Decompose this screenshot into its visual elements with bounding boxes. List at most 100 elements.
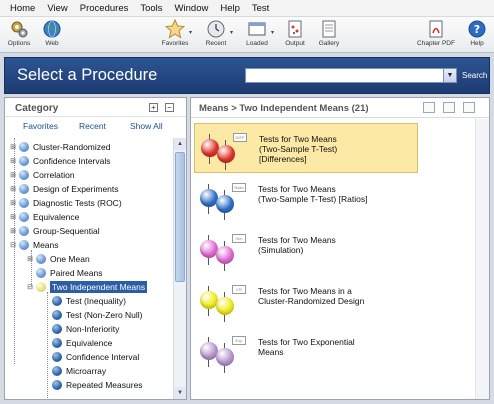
- tree-item-label: Diagnostic Tests (ROC): [33, 198, 122, 208]
- tree-item-two-independent-means[interactable]: ⊟ Two Independent Means: [26, 280, 148, 294]
- category-icon: [52, 324, 62, 334]
- tree-item-cluster-randomized[interactable]: ⊞ Cluster-Randomized: [9, 140, 110, 154]
- category-icon: [19, 184, 29, 194]
- tree-item-label: Two Independent Means: [50, 281, 148, 293]
- expand-icon[interactable]: ⊞: [9, 213, 17, 221]
- scroll-thumb[interactable]: [175, 152, 185, 282]
- tree-item-microarray[interactable]: Microarray: [50, 364, 106, 378]
- favorites-label: Favorites: [161, 40, 189, 47]
- tree-item-equivalence[interactable]: ⊞ Equivalence: [9, 210, 79, 224]
- tree-item-equivalence-sub[interactable]: Equivalence: [50, 336, 112, 350]
- tab-recent[interactable]: Recent: [79, 121, 106, 131]
- collapse-icon[interactable]: ⊟: [9, 241, 17, 249]
- tree-item-diagnostic-tests[interactable]: ⊞ Diagnostic Tests (ROC): [9, 196, 122, 210]
- search-box: ▼: [245, 68, 457, 83]
- favorites-button[interactable]: ▾ Favorites: [160, 18, 192, 47]
- expand-icon[interactable]: ⊞: [9, 185, 17, 193]
- pdf-icon: [426, 19, 446, 39]
- chevron-down-icon[interactable]: ▼: [443, 69, 456, 82]
- recent-button[interactable]: ▾ Recent: [202, 19, 233, 47]
- procedure-list-header: Means > Two Independent Means (21): [191, 98, 489, 118]
- chapter-pdf-button[interactable]: Chapter PDF: [416, 19, 456, 47]
- menu-help[interactable]: Help: [214, 3, 246, 14]
- procedure-label: Tests for Two Means in a Cluster-Randomi…: [258, 286, 365, 306]
- details-view-icon[interactable]: [443, 102, 455, 113]
- web-button[interactable]: Web: [40, 19, 64, 47]
- category-icon: [36, 254, 46, 264]
- tree-item-one-mean[interactable]: ⊞ One Mean: [26, 252, 90, 266]
- tree-item-test-non-zero-null[interactable]: Test (Non-Zero Null): [50, 308, 143, 322]
- tab-show-all[interactable]: Show All: [130, 121, 163, 131]
- icon-view-icon[interactable]: [463, 102, 475, 113]
- category-icon: [19, 240, 29, 250]
- tab-favorites[interactable]: Favorites: [23, 121, 58, 131]
- tree-item-design-of-experiments[interactable]: ⊞ Design of Experiments: [9, 182, 119, 196]
- gallery-button[interactable]: Gallery: [316, 19, 342, 47]
- chevron-down-icon: ▾: [270, 30, 274, 36]
- procedure-item[interactable]: Ratio Tests for Two Means (Two-Sample T-T…: [194, 174, 418, 224]
- toolbar: Options Web ▾ Favorites ▾ Recent ▾ Loade…: [0, 17, 494, 53]
- collapse-icon[interactable]: ⊟: [26, 283, 34, 291]
- category-icon: [36, 268, 46, 278]
- expand-icon[interactable]: ⊞: [9, 199, 17, 207]
- expand-all-icon[interactable]: +: [149, 103, 158, 112]
- menu-home[interactable]: Home: [4, 3, 41, 14]
- tree-item-repeated-measures[interactable]: Repeated Measures: [50, 378, 143, 392]
- menu-view[interactable]: View: [41, 3, 73, 14]
- procedure-item[interactable]: Sim Tests for Two Means (Simulation): [194, 225, 418, 275]
- options-button[interactable]: Options: [4, 19, 34, 47]
- procedure-icon: Sim: [200, 234, 250, 271]
- tree-item-label: Microarray: [66, 366, 107, 376]
- menu-test[interactable]: Test: [246, 3, 275, 14]
- procedure-item[interactable]: Exp Tests for Two Exponential Means: [194, 327, 418, 377]
- tree-item-confidence-interval[interactable]: Confidence Interval: [50, 350, 139, 364]
- category-scrollbar[interactable]: ▲ ▼: [173, 138, 186, 399]
- category-icon: [52, 296, 62, 306]
- help-button[interactable]: ? Help: [466, 19, 488, 47]
- tree-item-label: Group-Sequential: [33, 226, 100, 236]
- category-icon: [52, 366, 62, 376]
- expand-icon[interactable]: ⊞: [9, 157, 17, 165]
- tree-item-confidence-intervals[interactable]: ⊞ Confidence Intervals: [9, 154, 111, 168]
- recent-label: Recent: [205, 40, 227, 47]
- expand-icon[interactable]: ⊞: [9, 171, 17, 179]
- loaded-button[interactable]: ▾ Loaded: [244, 19, 274, 47]
- output-button[interactable]: Output: [282, 19, 308, 47]
- tree-item-group-sequential[interactable]: ⊞ Group-Sequential: [9, 224, 100, 238]
- category-icon: [19, 198, 29, 208]
- expand-icon[interactable]: ⊞: [9, 227, 17, 235]
- scroll-down-icon[interactable]: ▼: [174, 387, 186, 399]
- search-button[interactable]: Search: [462, 71, 487, 80]
- tree-item-means[interactable]: ⊟ Means: [9, 238, 59, 252]
- help-label: Help: [470, 40, 484, 47]
- menu-bar: Home View Procedures Tools Window Help T…: [0, 0, 494, 17]
- collapse-all-icon[interactable]: −: [165, 103, 174, 112]
- menu-tools[interactable]: Tools: [134, 3, 168, 14]
- clock-icon: ▾: [206, 19, 233, 39]
- menu-procedures[interactable]: Procedures: [74, 3, 135, 14]
- tree-item-label: Cluster-Randomized: [33, 142, 111, 152]
- tree-item-non-inferiority[interactable]: Non-Inferiority: [50, 322, 119, 336]
- category-icon: [52, 338, 62, 348]
- output-label: Output: [285, 40, 305, 47]
- procedure-item[interactable]: CR Tests for Two Means in a Cluster-Rando…: [194, 276, 418, 326]
- procedure-tag: CR: [232, 285, 246, 294]
- tree-item-test-inequality[interactable]: Test (Inequality): [50, 294, 126, 308]
- procedure-item[interactable]: DIFF Tests for Two Means (Two-Sample T-Te…: [194, 123, 418, 173]
- procedure-icon: Exp: [200, 336, 250, 373]
- category-tabs: Favorites Recent Show All: [5, 117, 186, 135]
- tree-item-label: Confidence Intervals: [33, 156, 111, 166]
- menu-window[interactable]: Window: [169, 3, 215, 14]
- procedure-list-scrollbar[interactable]: [475, 119, 489, 399]
- tree-item-correlation[interactable]: ⊞ Correlation: [9, 168, 75, 182]
- list-view-icon[interactable]: [423, 102, 435, 113]
- tree-item-label: Test (Inequality): [66, 296, 126, 306]
- tree-item-paired-means[interactable]: Paired Means: [26, 266, 102, 280]
- output-icon: [285, 19, 305, 39]
- expand-icon[interactable]: ⊞: [26, 255, 34, 263]
- search-input[interactable]: [246, 69, 442, 82]
- tree-item-label: One Mean: [50, 254, 90, 264]
- expand-icon[interactable]: ⊞: [9, 143, 17, 151]
- scroll-up-icon[interactable]: ▲: [174, 138, 186, 150]
- category-icon: [36, 282, 46, 292]
